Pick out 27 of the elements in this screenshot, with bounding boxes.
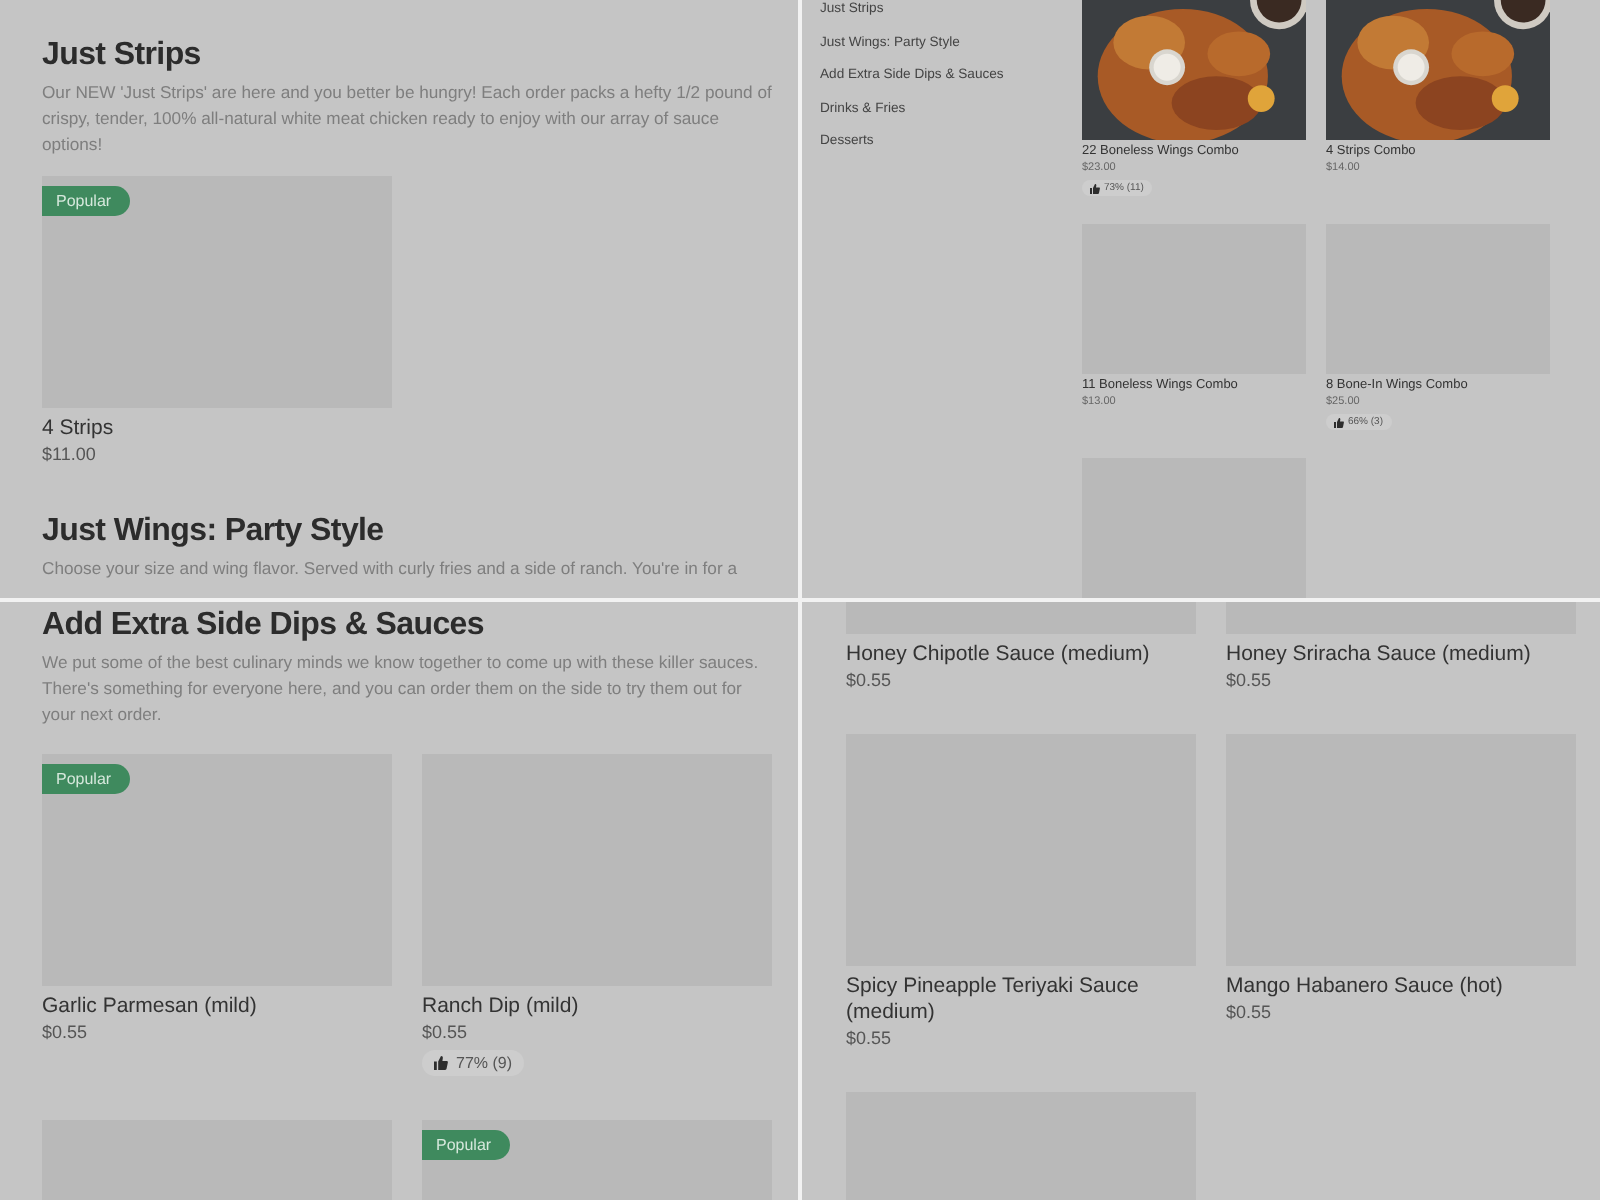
thumbs-up-icon	[434, 1056, 448, 1070]
section-title: Just Strips	[42, 36, 203, 76]
item-name[interactable]: Honey Sriracha Sauce (medium)	[1226, 642, 1576, 668]
item-name[interactable]: Ranch Dip (mild)	[422, 994, 772, 1020]
thumbs-up-icon	[1090, 183, 1100, 193]
item-price: $11.00	[42, 444, 98, 464]
popular-badge: Popular	[42, 764, 130, 794]
item-price: $0.55	[42, 1022, 90, 1042]
popular-badge: Popular	[422, 1130, 510, 1160]
item-price: $0.55	[846, 670, 894, 690]
thumbs-up-icon	[1334, 417, 1344, 427]
section-title: Just Wings: Party Style	[42, 512, 386, 552]
section-description: Our NEW 'Just Strips' are here and you better be hungry! Each order packs a hefty 1/2 pound of crispy, tender, 100% all-natural white meat chicken ready to enjoy with our array of sauce options!	[42, 80, 774, 158]
item-name[interactable]: 4 Strips	[42, 416, 392, 442]
rating-text: 77% (9)	[456, 1054, 513, 1072]
section-description: Choose your size and wing flavor. Served with curly fries and a side of ranch. You're in for a	[42, 556, 739, 582]
item-name[interactable]: Honey Chipotle Sauce (medium)	[846, 642, 1196, 668]
item-name[interactable]: Garlic Parmesan (mild)	[42, 994, 392, 1020]
item-name[interactable]: Mango Habanero Sauce (hot)	[1226, 974, 1576, 1000]
item-name[interactable]: Spicy Pineapple Teriyaki Sauce (medium)	[846, 974, 1196, 1026]
section-title: Add Extra Side Dips & Sauces	[42, 606, 487, 646]
item-price: $0.55	[1226, 1002, 1274, 1022]
section-description: We put some of the best culinary minds we know together to come up with these killer sauces. There's something for everyone here, and you can order them on the side to try them out for your next order.	[42, 650, 761, 728]
item-price: $0.55	[422, 1022, 470, 1042]
item-price: $0.55	[846, 1028, 894, 1048]
popular-badge: Popular	[42, 186, 130, 216]
item-price: $0.55	[1226, 670, 1274, 690]
